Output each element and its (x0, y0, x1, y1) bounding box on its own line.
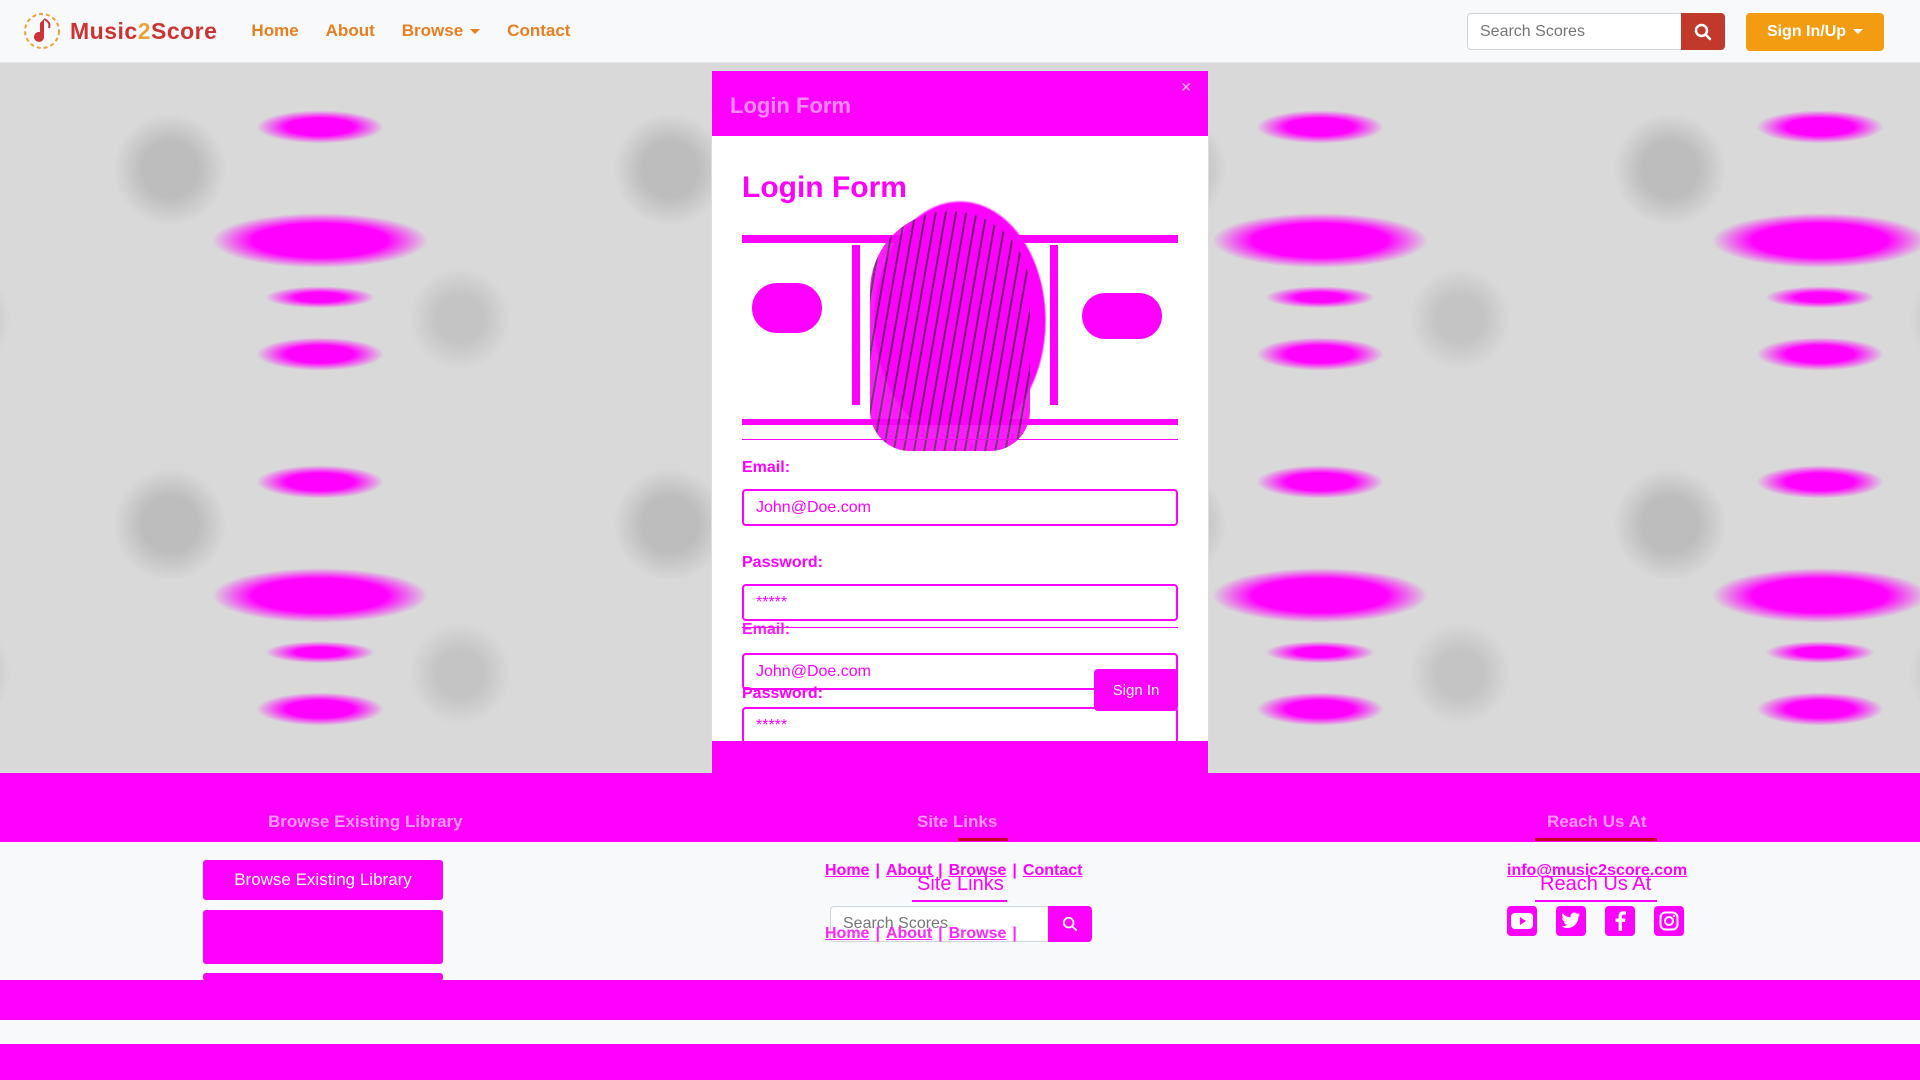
search-icon (1062, 916, 1078, 932)
nav-home-link[interactable]: Home (251, 21, 298, 41)
password-field-echo[interactable] (742, 707, 1178, 744)
nav-contact-link[interactable]: Contact (507, 21, 570, 41)
footer-secondary-button[interactable] (203, 910, 443, 964)
youtube-link[interactable] (1507, 906, 1537, 936)
search-icon (1694, 23, 1712, 40)
email-field[interactable] (742, 489, 1178, 526)
site-links-title: Site Links (917, 873, 1004, 895)
footer-band-library-heading: Browse Existing Library (268, 812, 463, 831)
link-separator: | (938, 925, 943, 942)
link-separator: | (1012, 862, 1017, 879)
nav-browse-dropdown[interactable]: Browse (401, 21, 481, 41)
caret-down-icon (470, 29, 481, 35)
illustration-window-frame (852, 245, 860, 405)
footer-site-links-echo: Home | About | Browse | (825, 925, 1023, 943)
nav-search-input[interactable] (1467, 13, 1681, 50)
password-label-echo: Password: (742, 685, 823, 702)
password-label: Password: (742, 554, 823, 571)
signin-label: Sign In/Up (1766, 23, 1847, 40)
twitter-link[interactable] (1556, 906, 1586, 936)
nav-about-link[interactable]: About (326, 21, 375, 41)
site-links-title-underline (912, 900, 1007, 902)
reach-us-underline (1535, 838, 1657, 841)
footer-contact-link[interactable]: Contact (1023, 862, 1083, 879)
bottom-gap (0, 1020, 1920, 1044)
brand-name: Music2Score (70, 17, 218, 44)
nav-search-group (1467, 13, 1725, 50)
nav-browse-label: Browse (401, 21, 464, 40)
caret-down-icon (1853, 29, 1864, 35)
close-icon[interactable]: ✕ (1180, 79, 1192, 96)
copyright-bar (0, 1044, 1920, 1080)
top-navbar: Music2Score Home About Browse Contact Si… (0, 0, 1920, 63)
modal-header-title: Login Form (730, 93, 851, 118)
divider (742, 627, 1178, 628)
footer-about-link[interactable]: About (886, 925, 932, 942)
reach-us-title-underline (1535, 900, 1657, 902)
illustration-shape (1082, 293, 1162, 339)
login-modal: Login Form ✕ Login Form Email: Password:… (711, 70, 1209, 805)
illustration-shape (752, 283, 822, 333)
email-label: Email: (742, 459, 791, 476)
modal-footer (712, 741, 1208, 777)
browse-library-button[interactable]: Browse Existing Library (203, 860, 443, 900)
instagram-icon (1659, 911, 1679, 931)
illustration-window-frame (1050, 245, 1058, 405)
twitter-icon (1561, 912, 1580, 928)
login-illustration (742, 173, 1178, 451)
bottom-band (0, 980, 1920, 1020)
password-field[interactable] (742, 584, 1178, 621)
form-title: Login Form (742, 171, 907, 204)
nav-search-button[interactable] (1681, 13, 1725, 50)
divider (742, 439, 1178, 440)
instagram-link[interactable] (1654, 906, 1684, 936)
footer-browse-link[interactable]: Browse (949, 925, 1007, 942)
reach-us-title: Reach Us At (1540, 873, 1652, 895)
youtube-icon (1511, 913, 1533, 929)
signin-submit-button[interactable]: Sign In (1094, 669, 1178, 711)
footer-band-reach-heading: Reach Us At (1547, 812, 1647, 831)
brand-logo[interactable]: Music2Score (22, 11, 217, 51)
facebook-link[interactable] (1605, 906, 1635, 936)
illustration-figure (870, 211, 1030, 451)
link-separator: | (875, 925, 880, 942)
link-separator: | (1012, 925, 1017, 942)
footer-band-site-links-heading: Site Links (917, 812, 998, 831)
footer-search-button[interactable] (1048, 906, 1092, 942)
site-links-underline (958, 838, 1008, 841)
modal-header: Login Form ✕ (712, 71, 1208, 136)
music-note-logo-icon (24, 13, 60, 49)
signin-dropdown-button[interactable]: Sign In/Up (1746, 13, 1884, 51)
facebook-icon (1615, 911, 1626, 931)
link-separator: | (875, 862, 880, 879)
footer-home-link[interactable]: Home (825, 925, 869, 942)
footer-home-link[interactable]: Home (825, 862, 869, 879)
